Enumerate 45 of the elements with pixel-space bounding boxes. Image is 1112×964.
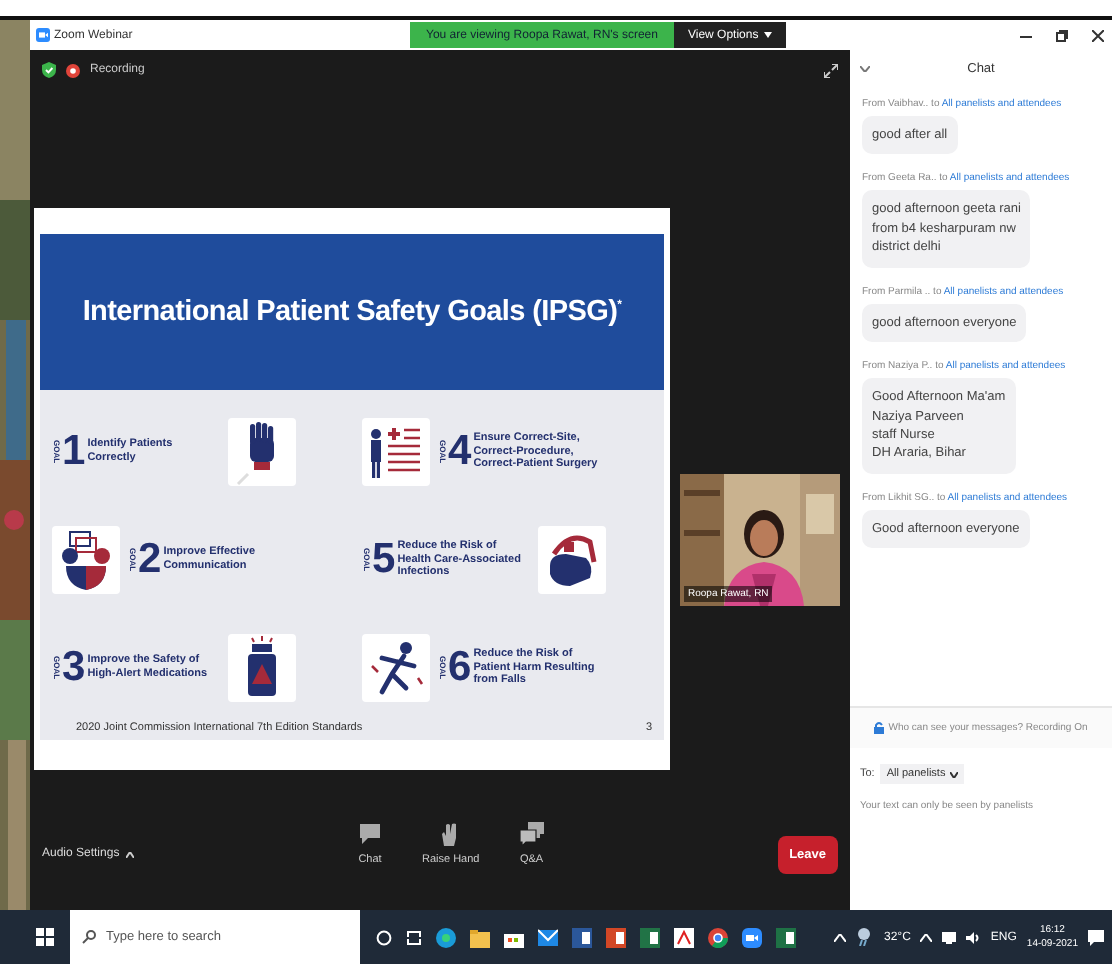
slide-title: International Patient Safety Goals (IPSG)$^{*}$: [82, 296, 622, 328]
caret-icon: [764, 32, 773, 38]
checklist-icon: [362, 418, 430, 486]
folder-icon[interactable]: [470, 927, 490, 947]
speech-bubbles-icon: [519, 822, 544, 846]
restore-icon[interactable]: [1056, 29, 1068, 41]
slides-icon[interactable]: [606, 927, 626, 947]
goal-number: 1: [62, 428, 86, 476]
goal-number: 6: [448, 644, 472, 692]
people-icon: [52, 526, 120, 594]
caret-icon: [949, 771, 958, 777]
chat-icon: [358, 822, 382, 846]
caret-icon[interactable]: [920, 933, 933, 941]
collapse-icon[interactable]: [860, 65, 870, 71]
falling-person-icon: [362, 634, 430, 702]
notification-icon[interactable]: [1088, 929, 1104, 945]
lock-icon: [874, 722, 885, 734]
video-camera-icon[interactable]: [742, 927, 762, 947]
mail-icon[interactable]: [538, 927, 558, 947]
medicine-bottle-icon: [227, 634, 296, 702]
spreadsheet-icon[interactable]: [776, 927, 796, 947]
caret-icon: [125, 851, 134, 857]
app-icon: [36, 28, 50, 42]
document-icon[interactable]: [572, 927, 592, 947]
hand-wash-icon: [537, 526, 606, 594]
volume-icon[interactable]: [966, 931, 981, 943]
browser-icon[interactable]: [436, 927, 456, 947]
spreadsheet-icon[interactable]: [640, 927, 660, 947]
shield-icon: [42, 62, 56, 78]
network-icon[interactable]: [942, 931, 957, 943]
goal-number: 4: [448, 428, 472, 476]
start-icon[interactable]: [36, 928, 54, 946]
expand-icon[interactable]: [824, 63, 838, 77]
goal-number: 2: [138, 536, 162, 584]
goal-number: 3: [62, 644, 86, 692]
close-icon[interactable]: [1092, 29, 1104, 41]
search-icon: [82, 930, 96, 944]
weather-icon: [856, 928, 874, 946]
task-view-icon[interactable]: [406, 929, 422, 945]
hand-icon: [227, 418, 296, 486]
circle-icon[interactable]: [376, 929, 392, 945]
browser-icon[interactable]: [708, 927, 728, 947]
recording-icon: [66, 63, 80, 77]
caret-icon[interactable]: [834, 933, 846, 941]
goal-number: 5: [372, 536, 396, 584]
